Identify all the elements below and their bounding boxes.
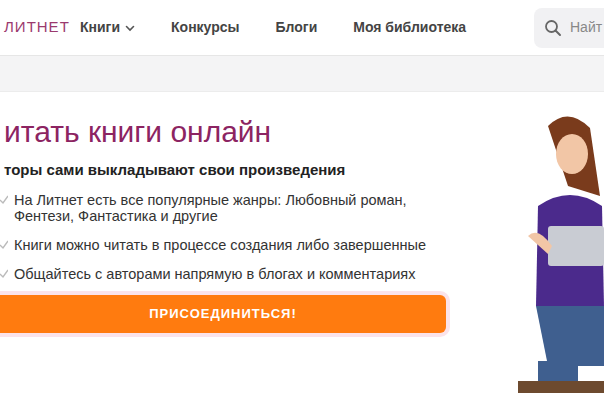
chevron-down-icon: [125, 23, 135, 33]
search-box[interactable]: [534, 8, 604, 48]
breadcrumb-strip: [0, 56, 604, 92]
top-navbar: ЛИТНЕТКниги Конкурсы Блоги Моя библиотека: [0, 0, 604, 56]
search-input[interactable]: [570, 17, 604, 38]
site-logo[interactable]: ЛИТНЕТ: [0, 16, 80, 39]
feature-text: Общайтесь с авторами напрямую в блогах и…: [14, 266, 415, 282]
feature-item: Книги можно читать в процессе создания л…: [4, 237, 450, 253]
feature-text: Книги можно читать в процессе создания л…: [14, 237, 426, 253]
hero-photo: [508, 106, 604, 396]
check-icon: [0, 240, 8, 250]
feature-item: На Литнет есть все популярные жанры: Люб…: [4, 192, 450, 224]
check-icon: [0, 195, 8, 205]
nav-label[interactable]: Книги: [80, 17, 120, 38]
check-icon: [0, 269, 8, 279]
hero-photo-area: [508, 92, 604, 399]
hero-title: итать книги онлайн: [4, 114, 450, 150]
nav-link[interactable]: Конкурсы: [171, 17, 239, 38]
nav-link[interactable]: Книги: [80, 17, 135, 38]
nav-link[interactable]: Моя библиотека: [353, 17, 466, 38]
search-icon: [544, 19, 562, 37]
nav-link[interactable]: Блоги: [276, 17, 318, 38]
nav-label[interactable]: Конкурсы: [171, 17, 239, 38]
hero-content: итать книги онлайн торы сами выкладывают …: [0, 92, 450, 399]
feature-text: На Литнет есть все популярные жанры: Люб…: [14, 192, 450, 224]
hero-section: итать книги онлайн торы сами выкладывают …: [0, 92, 604, 399]
join-button[interactable]: ПРИСОЕДИНИТЬСЯ!: [0, 295, 446, 333]
hero-subtitle: торы сами выкладывают свои произведения: [4, 159, 450, 182]
nav-label[interactable]: Блоги: [276, 17, 318, 38]
feature-item: Общайтесь с авторами напрямую в блогах и…: [4, 266, 450, 282]
nav-label[interactable]: Моя библиотека: [353, 17, 466, 38]
